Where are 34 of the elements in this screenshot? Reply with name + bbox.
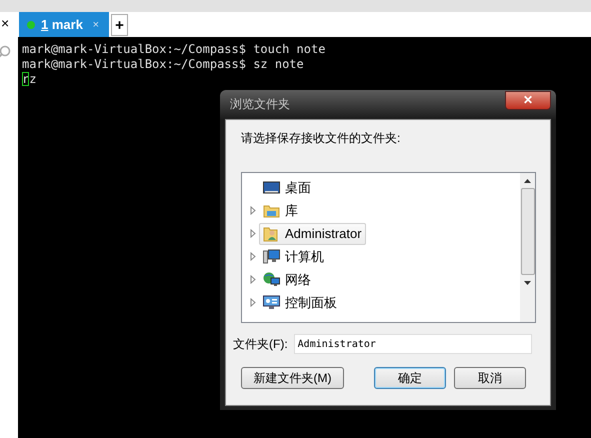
- tree-item[interactable]: 桌面: [259, 176, 315, 198]
- search-icon[interactable]: [0, 45, 11, 59]
- folder-icon: [263, 204, 280, 218]
- tree-item[interactable]: 库: [259, 200, 302, 222]
- tree-item[interactable]: 控制面板: [259, 292, 341, 314]
- control-panel-icon: [263, 295, 280, 310]
- globe-monitor-icon: [263, 272, 280, 287]
- scroll-down-arrow-icon[interactable]: [524, 281, 531, 285]
- close-button[interactable]: ✕: [505, 90, 551, 110]
- folder-input[interactable]: Administrator: [294, 334, 532, 354]
- expand-arrow-icon[interactable]: [250, 252, 256, 261]
- prompt-text: 请选择保存接收文件的文件夹:: [241, 130, 402, 147]
- folder-label: 文件夹(F):: [233, 336, 288, 352]
- expand-arrow-icon[interactable]: [250, 229, 256, 238]
- scroll-up-arrow-icon[interactable]: [524, 179, 531, 183]
- terminal-tab[interactable]: 1 mark ×: [19, 12, 109, 37]
- terminal-line: mark@mark-VirtualBox:~/Compass$ touch note: [22, 42, 326, 57]
- computer-icon: [263, 249, 280, 264]
- tree-item[interactable]: 计算机: [259, 246, 328, 268]
- new-tab-button[interactable]: +: [111, 14, 128, 36]
- close-button[interactable]: ×: [1, 15, 10, 31]
- dialog-title: 浏览文件夹: [230, 96, 290, 113]
- user-folder-icon: [263, 226, 280, 242]
- expand-arrow-icon[interactable]: [250, 298, 256, 307]
- terminal-line: mark@mark-VirtualBox:~/Compass$ sz note: [22, 57, 305, 72]
- dialog-button[interactable]: 取消: [454, 367, 526, 389]
- tree-item[interactable]: 网络: [259, 268, 315, 290]
- tree-item[interactable]: Administrator: [259, 222, 366, 244]
- monitor-icon: [263, 180, 280, 194]
- dialog-button[interactable]: 新建文件夹(M): [241, 367, 344, 389]
- expand-arrow-icon[interactable]: [250, 275, 256, 284]
- expand-arrow-icon[interactable]: [250, 206, 256, 215]
- scrollbar[interactable]: [520, 173, 535, 322]
- dialog-button[interactable]: 确定: [374, 367, 446, 389]
